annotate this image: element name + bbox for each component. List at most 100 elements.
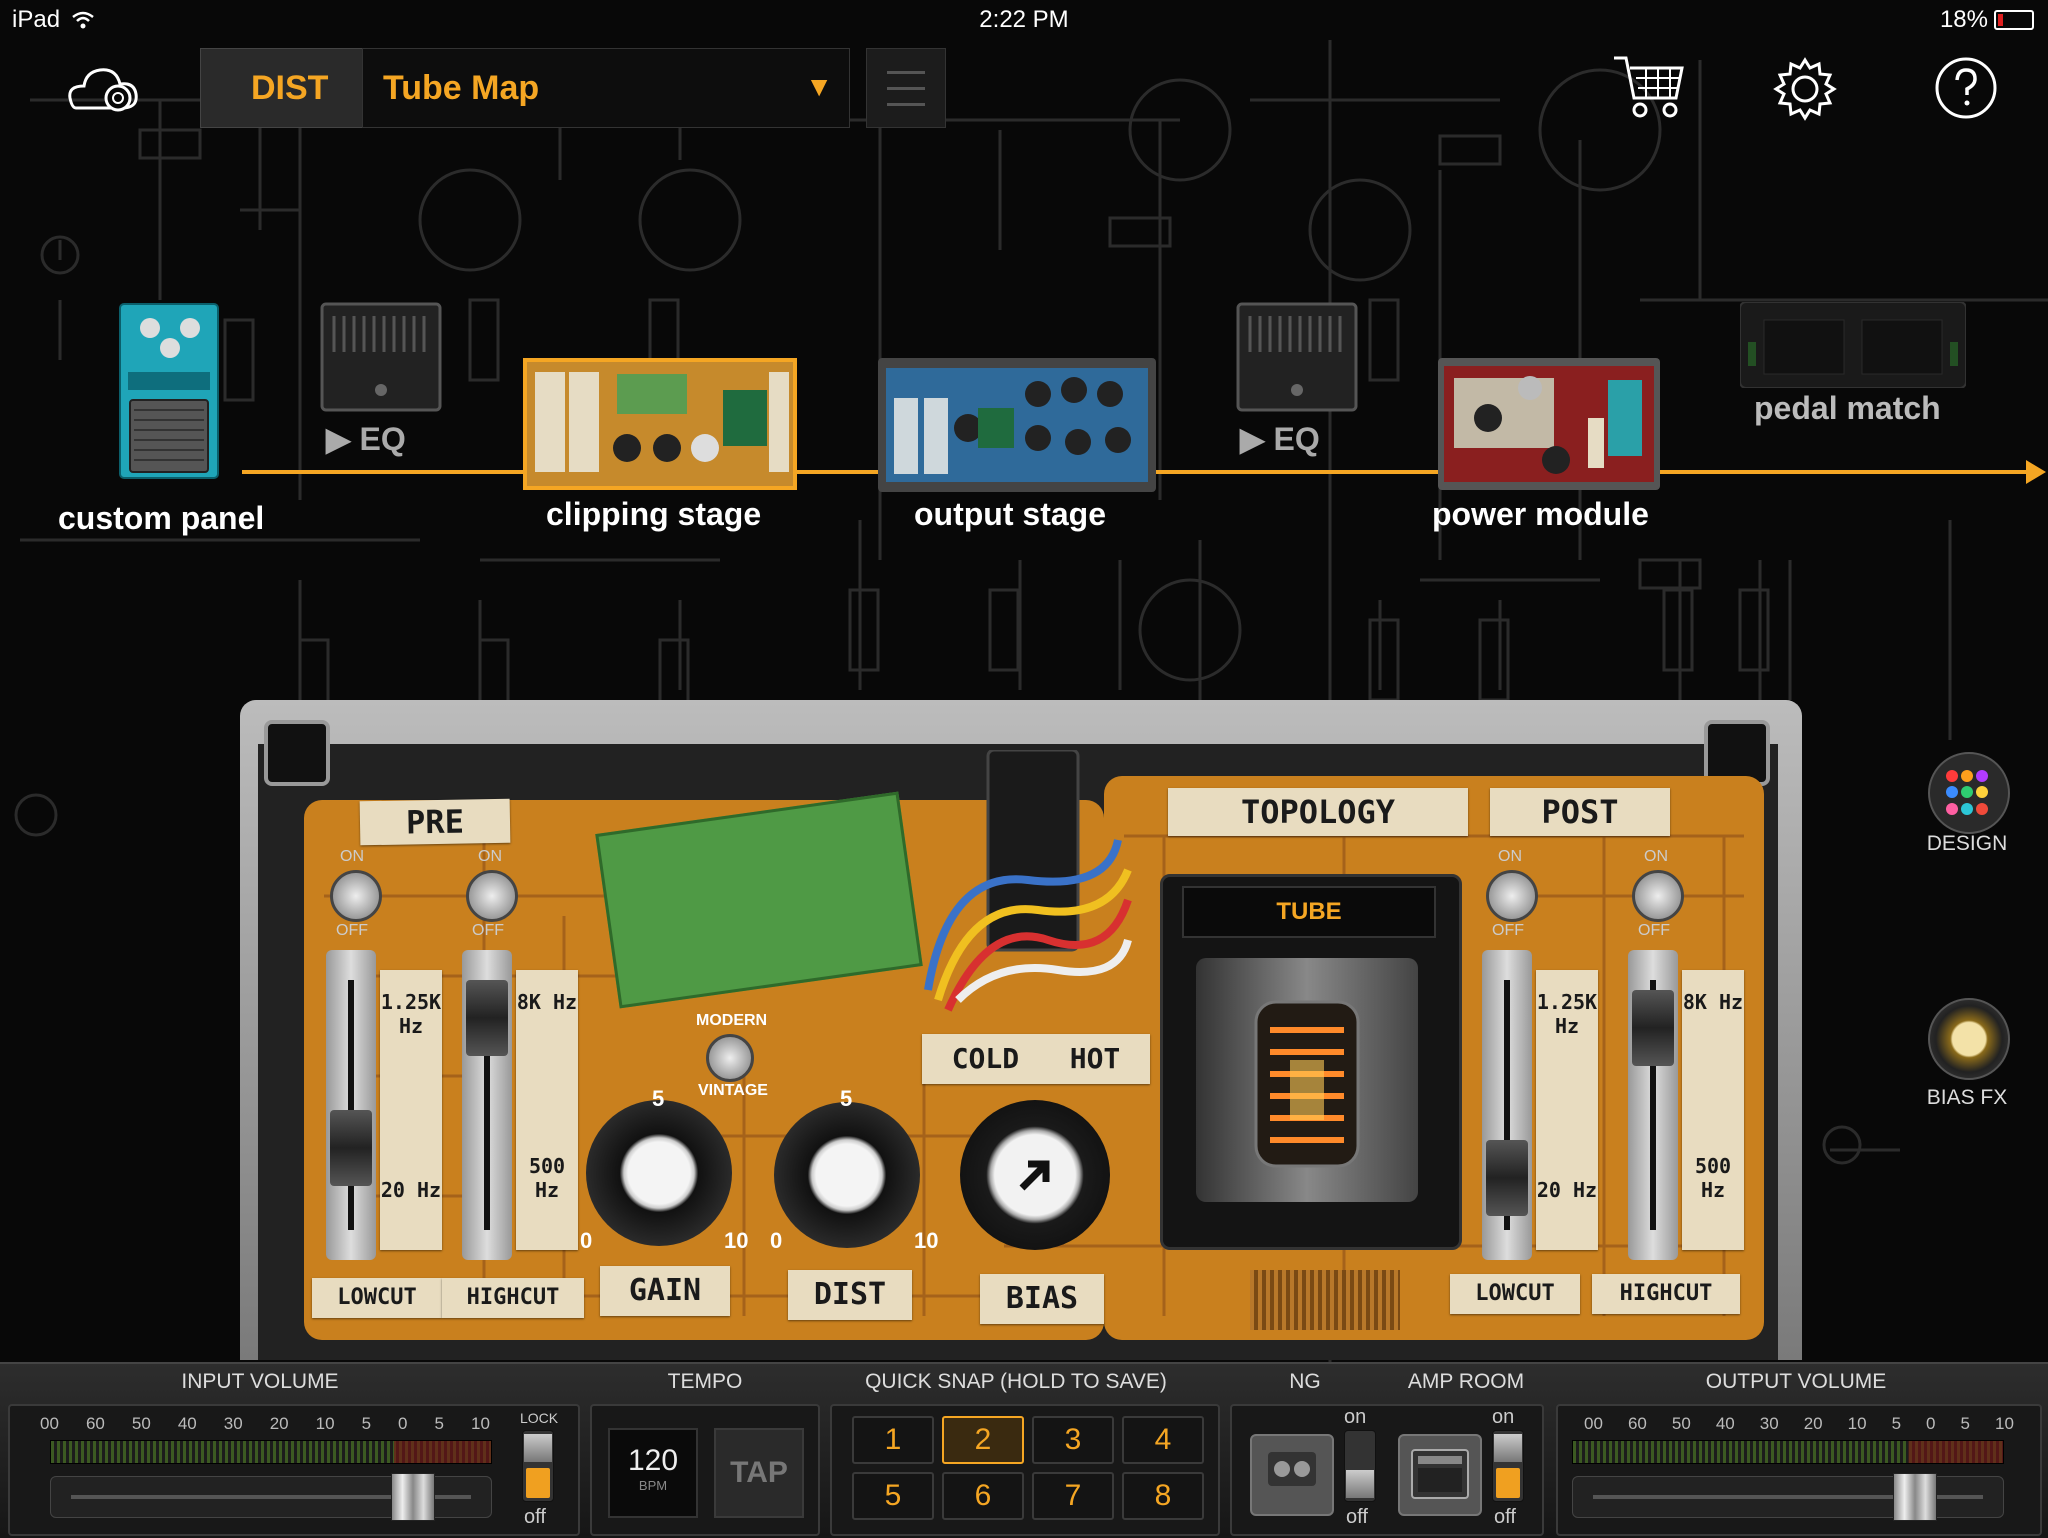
dist-max-label: 10 — [914, 1228, 939, 1253]
output-volume-scale: 00 60 50 40 30 20 10 5 0 5 10 — [1584, 1414, 2014, 1433]
status-bar: iPad 2:22 PM 18% — [0, 0, 2048, 40]
post-lowcut-bottom: 20 Hz — [1536, 1178, 1598, 1202]
quick-snap-panel: 1 2 3 4 5 6 7 8 — [830, 1404, 1220, 1536]
bias-hot-label: HOT — [1069, 1042, 1121, 1075]
battery-percent: 18% — [1939, 6, 1988, 33]
post-highcut-slider-thumb[interactable] — [1632, 990, 1674, 1066]
chain-label-pedal-match: pedal match — [1754, 390, 1941, 426]
snap-slot-8[interactable]: 8 — [1122, 1472, 1204, 1520]
bias-fx-button[interactable] — [1928, 998, 2010, 1080]
chain-module-eq-1[interactable] — [320, 302, 442, 412]
modern-vintage-toggle[interactable] — [706, 1034, 754, 1082]
pre-lowcut-label: LOWCUT — [312, 1278, 442, 1318]
ng-on-label: on — [1344, 1406, 1367, 1428]
preset-list-button[interactable] — [866, 48, 946, 128]
palette-dot — [1976, 802, 1988, 815]
pre-highcut-off-label: OFF — [472, 922, 504, 939]
bpm-display[interactable]: 120 BPM — [608, 1428, 698, 1518]
snap-slot-4[interactable]: 4 — [1122, 1416, 1204, 1464]
gain-max-label: 10 — [724, 1228, 749, 1253]
output-volume-slider[interactable] — [1572, 1473, 2004, 1521]
bias-cold-label: COLD — [951, 1042, 1020, 1075]
post-highcut-scale: 8K Hz 500 Hz — [1682, 970, 1744, 1250]
chain-module-clipping-stage[interactable] — [523, 358, 797, 490]
post-highcut-bottom: 500 Hz — [1694, 1154, 1732, 1202]
design-button[interactable] — [1928, 752, 2010, 834]
snap-slot-5[interactable]: 5 — [852, 1472, 934, 1520]
quick-snap-title: QUICK SNAP (HOLD TO SAVE) — [865, 1370, 1167, 1393]
post-lowcut-slider[interactable] — [1482, 950, 1532, 1260]
output-volume-slider-thumb[interactable] — [1892, 1473, 1937, 1521]
topology-section-label: TOPOLOGY — [1168, 788, 1468, 836]
input-volume-scale: 00 60 50 40 30 20 10 5 0 5 10 — [40, 1414, 490, 1433]
gain-mid-label: 5 — [652, 1086, 665, 1111]
chain-module-custom-panel[interactable] — [118, 302, 220, 480]
pre-highcut-slider-thumb[interactable] — [466, 980, 508, 1056]
pre-highcut-toggle[interactable] — [466, 870, 518, 922]
mode-switch-modern-label: MODERN — [696, 1012, 768, 1029]
tap-button[interactable]: TAP — [714, 1428, 804, 1518]
snap-slot-2[interactable]: 2 — [942, 1416, 1024, 1464]
bias-arrow-icon — [1019, 1160, 1050, 1191]
post-lowcut-toggle[interactable] — [1486, 870, 1538, 922]
chain-module-output-stage[interactable] — [878, 358, 1156, 492]
noise-gate-icon[interactable] — [1250, 1434, 1334, 1516]
ng-toggle[interactable] — [1344, 1430, 1376, 1502]
ng-off-label: off — [1346, 1506, 1368, 1528]
gear-icon[interactable] — [1772, 56, 1838, 127]
post-highcut-toggle[interactable] — [1632, 870, 1684, 922]
amp-room-on-label: on — [1492, 1406, 1515, 1428]
chain-label-custom-panel: custom panel — [58, 500, 265, 536]
post-lowcut-off-label: OFF — [1492, 922, 1524, 939]
preset-selector[interactable]: Tube Map ▼ — [362, 48, 850, 128]
chain-module-pedal-match[interactable] — [1739, 301, 1967, 389]
amp-room-icon[interactable] — [1398, 1434, 1482, 1516]
snap-slot-6[interactable]: 6 — [942, 1472, 1024, 1520]
chain-module-power-module[interactable] — [1438, 358, 1660, 490]
palette-dot — [1946, 802, 1958, 815]
amp-room-toggle[interactable] — [1492, 1430, 1524, 1502]
bpm-value: 120 — [627, 1444, 679, 1477]
bias-label: BIAS — [980, 1274, 1104, 1324]
bpm-unit: BPM — [638, 1478, 668, 1493]
input-volume-slider-thumb[interactable] — [391, 1473, 435, 1521]
cart-icon[interactable] — [1610, 52, 1686, 127]
bias-range-label: COLD HOT — [922, 1034, 1150, 1084]
snap-slot-1[interactable]: 1 — [852, 1416, 934, 1464]
lock-label: LOCK — [520, 1410, 559, 1426]
amp-room-off-label: off — [1494, 1506, 1516, 1528]
dist-min-label: 0 — [770, 1228, 783, 1253]
lock-state-label: off — [524, 1506, 546, 1528]
category-label: DIST — [251, 69, 329, 107]
ng-panel: on off on off — [1230, 1404, 1544, 1536]
snap-slot-3[interactable]: 3 — [1032, 1416, 1114, 1464]
pre-lowcut-slider[interactable] — [326, 950, 376, 1260]
pre-lowcut-slider-thumb[interactable] — [330, 1110, 372, 1186]
tube-type-badge[interactable]: TUBE — [1182, 886, 1436, 938]
post-lowcut-slider-thumb[interactable] — [1486, 1140, 1528, 1216]
chain-label-power-module: power module — [1432, 496, 1649, 532]
post-highcut-on-label: ON — [1644, 848, 1668, 865]
palette-dot — [1976, 786, 1988, 799]
post-highcut-label: HIGHCUT — [1592, 1274, 1740, 1314]
circuit-wires — [924, 750, 1132, 1012]
chain-module-eq-2[interactable] — [1236, 302, 1358, 412]
pre-lowcut-off-label: OFF — [336, 922, 368, 939]
dist-mid-label: 5 — [840, 1086, 853, 1111]
category-selector[interactable]: DIST — [200, 48, 364, 128]
pre-lowcut-toggle[interactable] — [330, 870, 382, 922]
help-icon[interactable] — [1934, 56, 1998, 125]
snap-slot-7[interactable]: 7 — [1032, 1472, 1114, 1520]
pre-highcut-slider[interactable] — [462, 950, 512, 1260]
bottom-control-bar: INPUT VOLUME 00 60 50 40 30 20 10 5 0 5 10 LOCK of… — [0, 1362, 2048, 1538]
dist-knob[interactable] — [774, 1102, 920, 1248]
pre-highcut-top: 8K Hz — [516, 990, 578, 1014]
input-level-meter — [50, 1440, 492, 1464]
post-highcut-slider[interactable] — [1628, 950, 1678, 1260]
lock-toggle[interactable] — [522, 1430, 554, 1502]
pre-highcut-label: HIGHCUT — [442, 1278, 584, 1318]
cloud-sync-icon[interactable] — [62, 62, 142, 121]
gain-knob[interactable] — [586, 1100, 732, 1246]
input-volume-slider[interactable] — [50, 1473, 492, 1521]
chain-label-eq-1: ▶ EQ — [326, 421, 406, 457]
